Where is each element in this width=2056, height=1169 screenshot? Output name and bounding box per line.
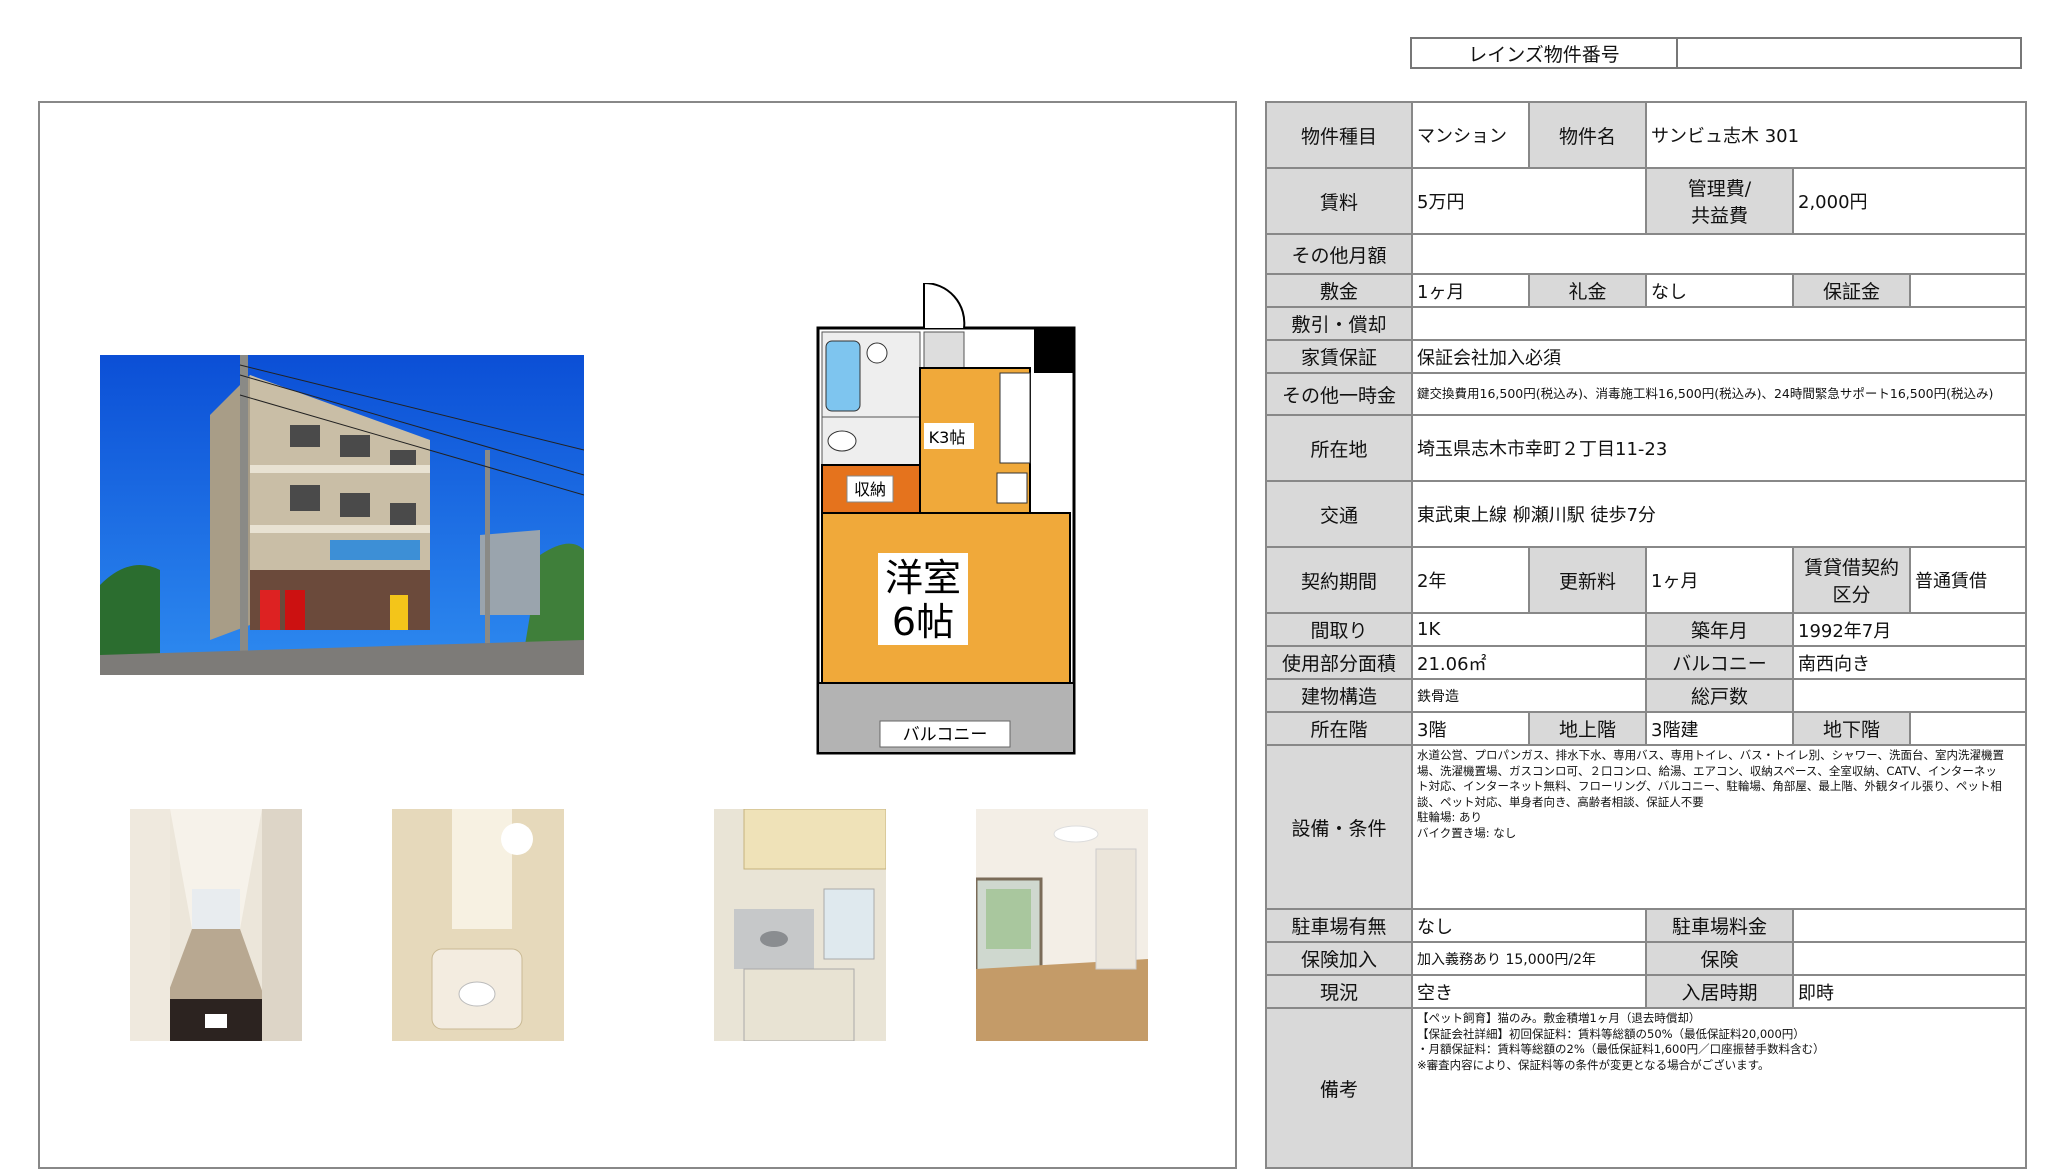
- key-money-value: なし: [1645, 273, 1794, 308]
- insurance-join-value: 加入義務あり 15,000円/2年: [1411, 941, 1647, 976]
- below-label: 地下階: [1792, 711, 1911, 746]
- key-money-label: 礼金: [1528, 273, 1647, 308]
- floorplan-storage-label: 収納: [854, 480, 886, 499]
- notes-line: ※審査内容により、保証料等の条件が変更となる場合がございます。: [1417, 1057, 1770, 1072]
- insurance-join-label: 保険加入: [1265, 941, 1413, 976]
- address-label: 所在地: [1265, 414, 1413, 482]
- floorplan-room-label: 洋室: [885, 556, 961, 600]
- guarantee-money-value: [1908, 273, 2028, 308]
- reins-number-box: レインズ物件番号: [1410, 37, 2022, 69]
- type-value: マンション: [1411, 101, 1530, 169]
- floorplan-room-size: 6帖: [892, 600, 954, 644]
- equipment-label: 設備・条件: [1265, 744, 1413, 910]
- floorplan-diagram: K3帖 収納 洋室 6帖 バルコニー: [812, 283, 1080, 763]
- fee-value: 2,000円: [1791, 167, 2028, 235]
- notes-label: 備考: [1265, 1007, 1413, 1169]
- fee-label: 管理費/共益費: [1645, 167, 1794, 235]
- floor-label: 所在階: [1265, 711, 1413, 746]
- fee-label-line1: 管理費/: [1687, 178, 1752, 200]
- term-value: 2年: [1411, 546, 1530, 614]
- parking-label: 駐車場有無: [1265, 908, 1413, 943]
- deduction-value: [1410, 306, 2028, 341]
- contract-type-label-line1: 賃貸借契約: [1803, 557, 1899, 579]
- deposit-value: 1ヶ月: [1411, 273, 1530, 308]
- contract-type-value: 普通賃借: [1908, 546, 2028, 614]
- western-room-photo: [976, 809, 1148, 1041]
- movein-label: 入居時期: [1645, 974, 1794, 1009]
- transport-label: 交通: [1265, 480, 1413, 548]
- other-once-label: その他一時金: [1265, 372, 1413, 416]
- building-exterior-photo: [100, 355, 584, 675]
- hallway-photo: [130, 809, 302, 1041]
- insurance-label: 保険: [1645, 941, 1794, 976]
- equipment-value: 水道公営、プロパンガス、排水下水、専用バス、専用トイレ、バス・トイレ別、シャワー…: [1410, 744, 2028, 910]
- address-value: 埼玉県志木市幸町２丁目11-23: [1410, 414, 2028, 482]
- notes-line: 【ペット飼育】猫のみ。敷金積増1ヶ月（退去時償却）: [1417, 1011, 1701, 1025]
- layout-value: 1K: [1411, 612, 1647, 647]
- other-once-value: 鍵交換費用16,500円(税込み)、消毒施工料16,500円(税込み)、24時間…: [1410, 372, 2028, 416]
- area-value: 21.06㎡: [1411, 645, 1647, 680]
- units-value: [1791, 678, 2028, 713]
- rent-label: 賃料: [1265, 167, 1413, 235]
- balcony-label: バルコニー: [1645, 645, 1794, 680]
- floorplan-kitchen-label: K3帖: [929, 428, 966, 447]
- name-value: サンビュ志木 301: [1644, 101, 2028, 169]
- insurance-value: [1791, 941, 2028, 976]
- notes-line: ・月額保証料：賃料等総額の2%（最低保証料1,600円／口座振替手数料含む）: [1417, 1042, 1825, 1056]
- parking-fee-label: 駐車場料金: [1645, 908, 1794, 943]
- rent-value: 5万円: [1411, 167, 1647, 235]
- transport-value: 東武東上線 柳瀬川駅 徒歩7分: [1410, 480, 2028, 548]
- contract-type-label: 賃貸借契約 区分: [1792, 546, 1911, 614]
- above-value: 3階建: [1645, 711, 1794, 746]
- washbasin-photo: [392, 809, 564, 1041]
- renewal-label: 更新料: [1528, 546, 1647, 614]
- reins-number-label: レインズ物件番号: [1412, 39, 1678, 67]
- movein-value: 即時: [1791, 974, 2028, 1009]
- name-label: 物件名: [1528, 101, 1647, 169]
- equipment-line: 水道公営、プロパンガス、排水下水、専用バス、専用トイレ、バス・トイレ別、シャワー…: [1417, 748, 2004, 762]
- property-info-table: 物件種目 マンション 物件名 サンビュ志木 301 賃料 5万円 管理費/共益費…: [1265, 101, 2028, 1169]
- deduction-label: 敷引・償却: [1265, 306, 1413, 341]
- status-label: 現況: [1265, 974, 1413, 1009]
- status-value: 空き: [1411, 974, 1647, 1009]
- balcony-value: 南西向き: [1791, 645, 2028, 680]
- rent-guarantee-label: 家賃保証: [1265, 339, 1413, 374]
- deposit-label: 敷金: [1265, 273, 1413, 308]
- contract-type-label-line2: 区分: [1832, 584, 1871, 606]
- equipment-line: 駐輪場: あり: [1417, 810, 1483, 824]
- structure-label: 建物構造: [1265, 678, 1413, 713]
- term-label: 契約期間: [1265, 546, 1413, 614]
- layout-label: 間取り: [1265, 612, 1413, 647]
- built-value: 1992年7月: [1791, 612, 2028, 647]
- rent-guarantee-value: 保証会社加入必須: [1410, 339, 2028, 374]
- reins-number-value: [1678, 39, 2020, 67]
- below-value: [1908, 711, 2028, 746]
- other-monthly-value: [1410, 233, 2028, 275]
- type-label: 物件種目: [1265, 101, 1413, 169]
- equipment-line: バイク置き場: なし: [1417, 825, 1517, 840]
- area-label: 使用部分面積: [1265, 645, 1413, 680]
- kitchen-photo: [714, 809, 886, 1041]
- fee-label-line2: 共益費: [1690, 205, 1748, 227]
- built-label: 築年月: [1645, 612, 1794, 647]
- units-label: 総戸数: [1645, 678, 1794, 713]
- equipment-line: 談、ペット対応、単身者向き、高齢者相談、保証人不要: [1417, 794, 1704, 809]
- notes-line: 【保証会社詳細】初回保証料：賃料等総額の50%（最低保証料20,000円）: [1417, 1026, 1805, 1041]
- floorplan-balcony-label: バルコニー: [903, 725, 988, 745]
- image-panel: K3帖 収納 洋室 6帖 バルコニー: [38, 101, 1237, 1169]
- renewal-value: 1ヶ月: [1645, 546, 1794, 614]
- above-label: 地上階: [1528, 711, 1647, 746]
- parking-value: なし: [1411, 908, 1647, 943]
- notes-value: 【ペット飼育】猫のみ。敷金積増1ヶ月（退去時償却） 【保証会社詳細】初回保証料：…: [1410, 1007, 2028, 1169]
- structure-value: 鉄骨造: [1411, 678, 1647, 713]
- guarantee-money-label: 保証金: [1792, 273, 1911, 308]
- floor-value: 3階: [1411, 711, 1530, 746]
- parking-fee-value: [1791, 908, 2028, 943]
- equipment-line: ト対応、インターネット無料、フローリング、バルコニー、駐輪場、角部屋、最上階、外…: [1417, 779, 2002, 793]
- other-monthly-label: その他月額: [1265, 233, 1413, 275]
- equipment-line: 場、洗濯機置場、ガスコンロ可、２口コンロ、給湯、エアコン、収納スペース、全室収納…: [1417, 763, 1997, 778]
